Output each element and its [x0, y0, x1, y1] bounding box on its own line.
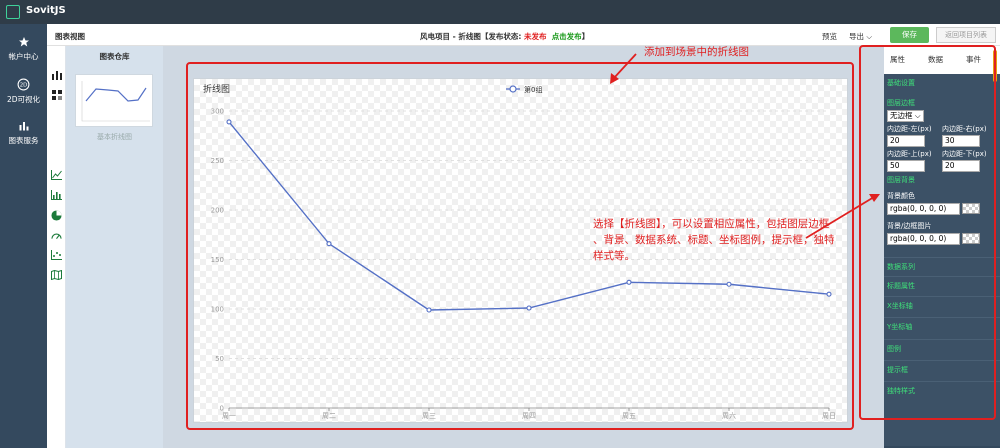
arrow-top: [613, 53, 637, 79]
annotation-arrows: [610, 53, 880, 239]
annotation-frame-panel: [859, 45, 996, 420]
